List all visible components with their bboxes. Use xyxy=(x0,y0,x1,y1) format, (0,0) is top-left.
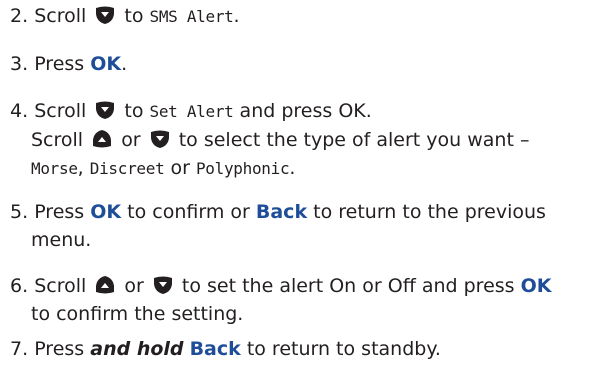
step-number: 5. xyxy=(10,201,29,223)
step-number: 3. xyxy=(10,53,29,75)
ok-key-label: OK xyxy=(90,53,122,75)
step-number: 2. xyxy=(10,5,29,27)
step-text: to confirm or xyxy=(127,201,250,223)
step-text: Press xyxy=(34,338,85,360)
step-text: . xyxy=(233,5,240,27)
step-number: 6. xyxy=(10,275,29,297)
step-number: 7. xyxy=(10,338,29,360)
step-text: to return to the previous xyxy=(313,201,546,223)
step-text: or xyxy=(121,129,141,151)
ok-key-label: OK xyxy=(520,275,552,297)
scroll-down-key-icon xyxy=(94,5,116,25)
scroll-up-key-icon xyxy=(94,275,116,295)
step-7: 7. Press and hold Back to return to stan… xyxy=(10,335,441,363)
step-text: or xyxy=(170,157,190,179)
emphasis-text: and hold xyxy=(90,338,184,360)
step-text: , xyxy=(77,157,84,179)
step-2: 2. Scroll to SMS Alert. xyxy=(10,2,240,31)
step-text: menu. xyxy=(31,229,92,251)
option-discreet: Discreet xyxy=(89,159,165,178)
step-text: and press OK. xyxy=(239,100,372,122)
step-text: Scroll xyxy=(31,129,84,151)
step-4: 4. Scroll to Set Alert and press OK. Scr… xyxy=(10,97,529,183)
ok-key-label: OK xyxy=(90,201,122,223)
menu-name: Set Alert xyxy=(149,102,234,121)
option-morse: Morse xyxy=(31,159,78,178)
scroll-down-key-icon xyxy=(94,100,116,120)
step-text: to select the type of alert you want – xyxy=(178,129,530,151)
step-3: 3. Press OK. xyxy=(10,50,127,78)
step-text: . xyxy=(121,53,128,75)
step-text: to return to standby. xyxy=(246,338,441,360)
step-text: Scroll xyxy=(34,275,87,297)
menu-name: SMS Alert xyxy=(149,7,234,26)
step-text: to confirm the setting. xyxy=(31,303,244,325)
step-text: to xyxy=(124,100,144,122)
step-6: 6. Scroll or to set the alert On or Off … xyxy=(10,272,551,328)
step-text: Scroll xyxy=(34,100,87,122)
back-key-label: Back xyxy=(189,338,241,360)
scroll-up-key-icon xyxy=(91,129,113,149)
scroll-down-key-icon xyxy=(149,129,171,149)
back-key-label: Back xyxy=(255,201,308,223)
step-text: Press xyxy=(34,201,85,223)
step-text: or xyxy=(124,275,144,297)
step-5: 5. Press OK to confirm or Back to return… xyxy=(10,198,546,254)
step-text: . xyxy=(289,157,296,179)
step-text: Scroll xyxy=(34,5,87,27)
step-number: 4. xyxy=(10,100,29,122)
step-text: to set the alert On or Off and press xyxy=(181,275,515,297)
step-text: to xyxy=(124,5,144,27)
option-polyphonic: Polyphonic xyxy=(195,159,290,178)
step-text: Press xyxy=(34,53,85,75)
scroll-down-key-icon xyxy=(152,275,174,295)
